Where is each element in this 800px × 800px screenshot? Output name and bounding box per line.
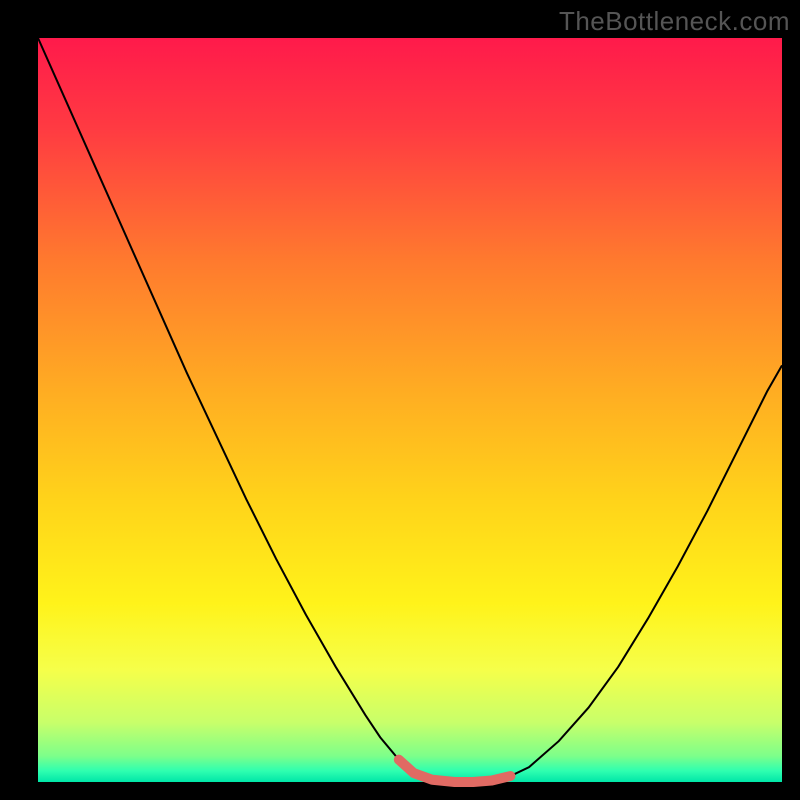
chart-frame: TheBottleneck.com [0,0,800,800]
watermark-label: TheBottleneck.com [559,6,790,37]
plot-background [38,38,782,782]
bottleneck-chart [0,0,800,800]
